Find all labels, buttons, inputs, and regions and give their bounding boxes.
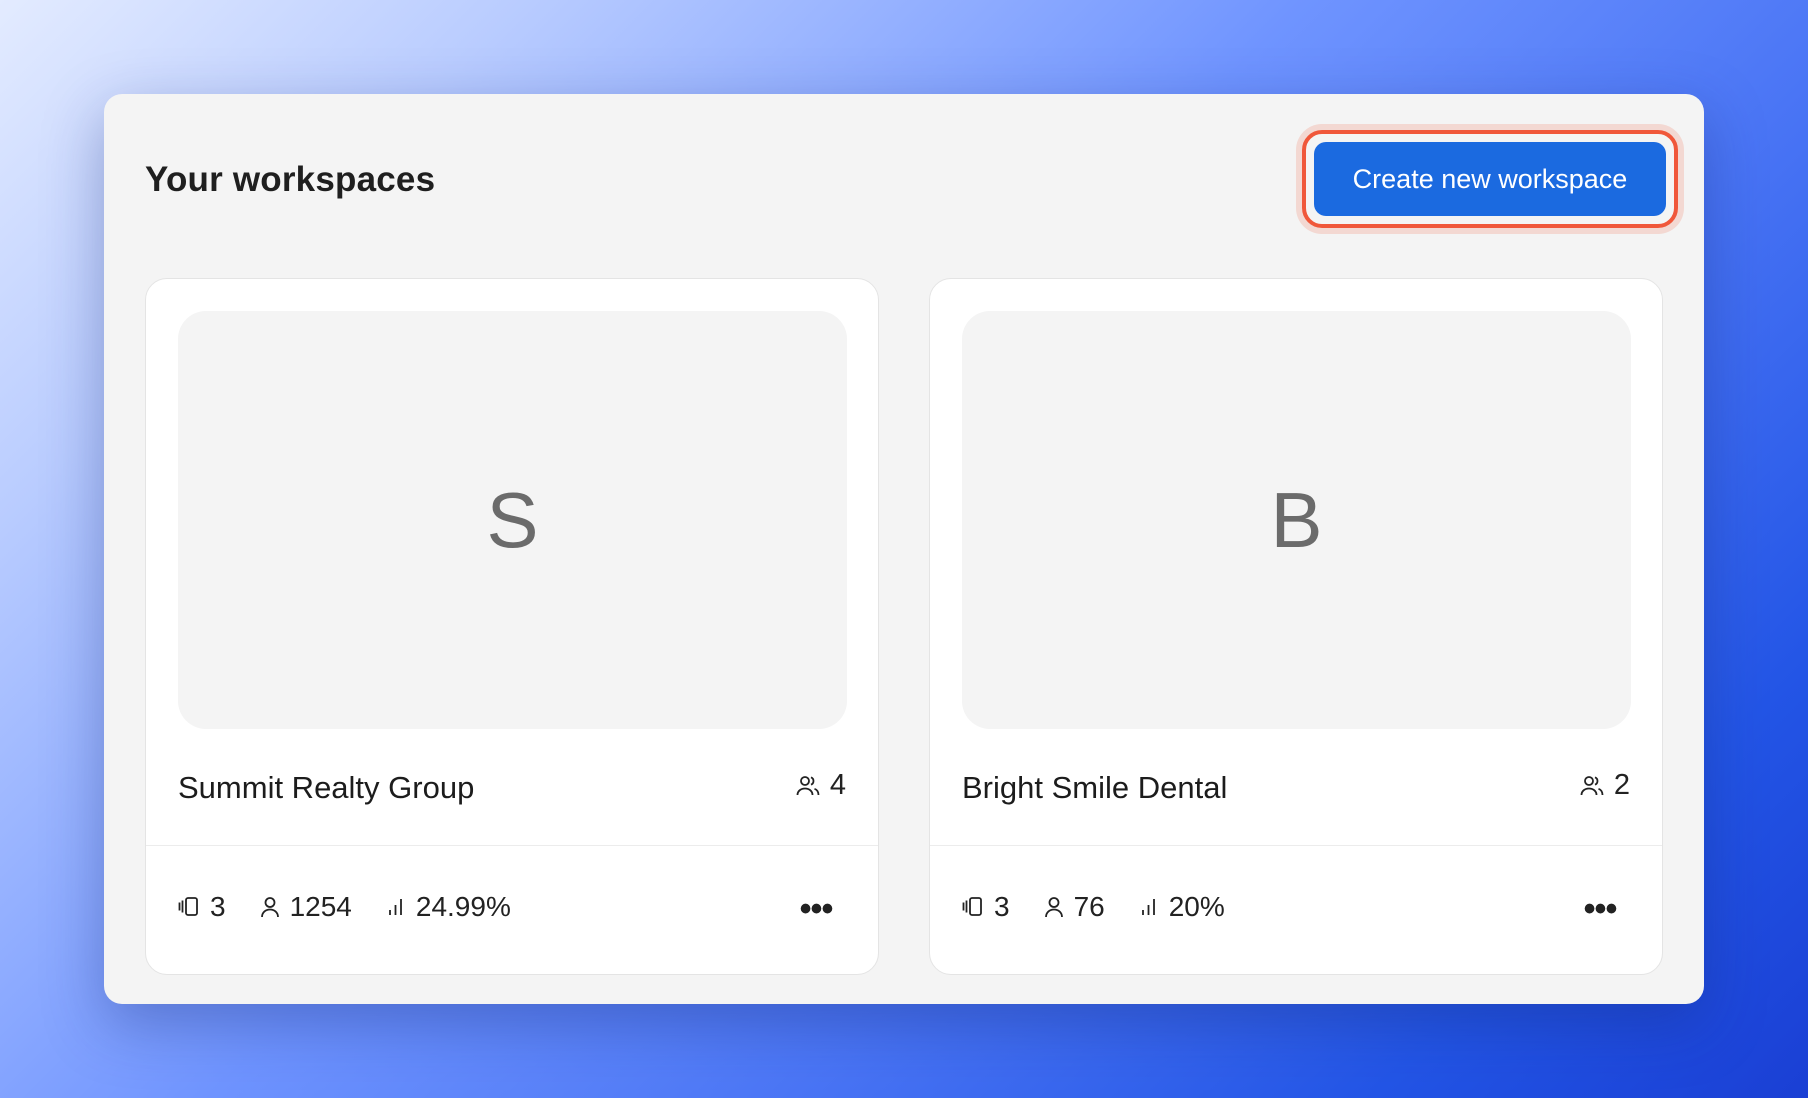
items-count: 3 [210, 891, 226, 922]
users-icon [1580, 775, 1604, 797]
workspace-name[interactable]: Bright Smile Dental [962, 770, 1227, 806]
workspace-card[interactable]: S Summit Realty Group 4 3 1254 24.99% ••… [145, 278, 879, 975]
user-icon [1044, 896, 1064, 918]
users-icon [796, 775, 820, 797]
workspace-members: 2 [1580, 769, 1630, 802]
page-title: Your workspaces [145, 160, 436, 199]
workspace-stats: 3 76 20% [962, 891, 1259, 923]
workspace-name[interactable]: Summit Realty Group [178, 770, 474, 806]
workspace-stats: 3 1254 24.99% [178, 891, 545, 923]
workspace-card[interactable]: B Bright Smile Dental 2 3 76 20% ••• [929, 278, 1663, 975]
card-divider [930, 845, 1662, 846]
stat-items: 3 [178, 891, 226, 923]
stat-rate: 20% [1139, 891, 1225, 923]
create-button-highlight: Create new workspace [1302, 130, 1678, 228]
contacts-count: 76 [1073, 891, 1105, 922]
contacts-count: 1254 [289, 891, 352, 922]
rate-value: 20% [1168, 891, 1225, 922]
workspace-initial: B [1270, 475, 1323, 564]
workspace-thumbnail[interactable]: B [962, 311, 1631, 729]
more-options-button[interactable]: ••• [1580, 890, 1620, 928]
workspace-thumbnail[interactable]: S [178, 311, 847, 729]
cards-icon [178, 896, 200, 918]
workspaces-panel: Your workspaces Create new workspace S S… [104, 94, 1704, 1004]
workspace-members: 4 [796, 769, 846, 802]
items-count: 3 [994, 891, 1010, 922]
card-divider [146, 845, 878, 846]
stat-rate: 24.99% [386, 891, 511, 923]
cards-icon [962, 896, 984, 918]
create-workspace-button[interactable]: Create new workspace [1314, 142, 1666, 216]
user-icon [260, 896, 280, 918]
members-count: 2 [1613, 769, 1630, 801]
stat-contacts: 76 [1044, 891, 1105, 923]
stat-items: 3 [962, 891, 1010, 923]
rate-value: 24.99% [415, 891, 511, 922]
stat-contacts: 1254 [260, 891, 352, 923]
workspace-initial: S [486, 475, 539, 564]
bar-chart-icon [386, 897, 406, 917]
more-options-button[interactable]: ••• [796, 890, 836, 928]
bar-chart-icon [1139, 897, 1159, 917]
members-count: 4 [829, 769, 846, 801]
